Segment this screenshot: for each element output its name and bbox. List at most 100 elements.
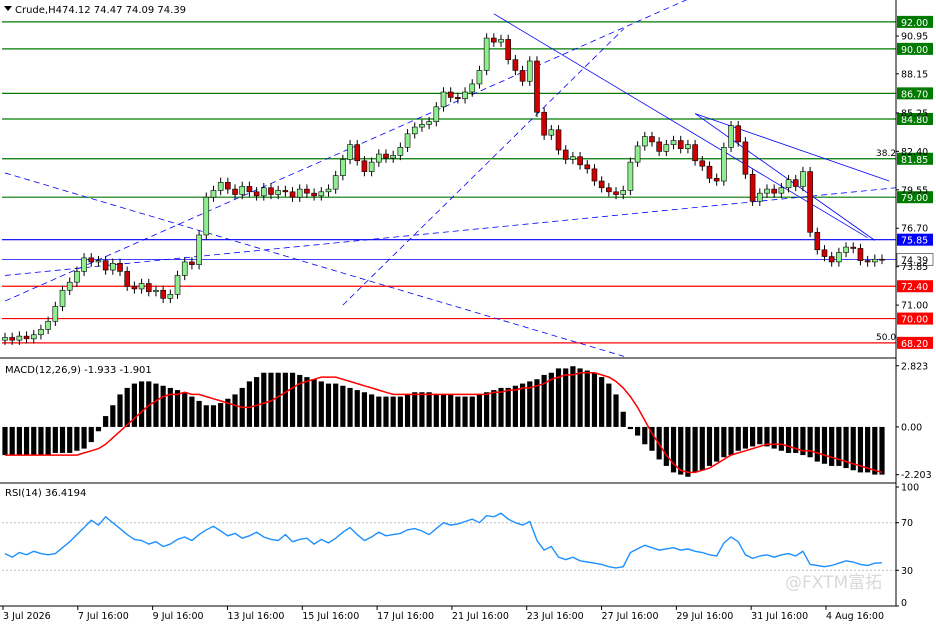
candle — [88, 253, 95, 267]
candle — [570, 152, 576, 165]
candle-body — [354, 144, 361, 162]
candle — [246, 181, 253, 197]
candle-body — [45, 320, 51, 330]
candle — [110, 258, 116, 275]
candle — [38, 324, 44, 340]
candle-body — [764, 188, 770, 194]
candle-body — [30, 334, 37, 340]
candle — [562, 145, 569, 165]
candle-body — [411, 126, 418, 135]
candle — [836, 247, 842, 267]
candle-body — [663, 144, 670, 152]
candle-body — [491, 37, 497, 43]
macd-bar — [757, 426, 763, 445]
time-tick-label: 13 Jul 16:00 — [227, 611, 284, 622]
macd-bar — [325, 383, 332, 427]
fib-label: 50.0 — [876, 333, 896, 343]
candle-body — [577, 156, 583, 166]
candle-body — [217, 182, 224, 191]
candle-body — [275, 190, 281, 195]
candle — [52, 301, 59, 327]
candle — [713, 173, 720, 186]
candle — [850, 242, 857, 254]
candle — [138, 278, 145, 294]
candle-body — [210, 190, 217, 198]
candle — [800, 166, 806, 192]
candle-body — [296, 188, 303, 198]
candle-body — [23, 335, 30, 340]
candle — [318, 187, 325, 201]
candle-body — [2, 337, 8, 341]
candle-body — [433, 106, 440, 122]
macd-bar — [505, 387, 511, 427]
menu-triangle-icon[interactable] — [4, 6, 12, 11]
candle-body — [347, 144, 353, 160]
candle — [66, 277, 73, 295]
macd-bar — [196, 400, 202, 427]
macd-bar — [81, 426, 87, 449]
candle-body — [728, 125, 734, 148]
macd-bar — [383, 396, 389, 427]
candle — [807, 166, 813, 237]
candle-body — [196, 234, 202, 265]
candle-body — [850, 246, 857, 249]
level-tag-label: 72.40 — [901, 282, 928, 293]
time-tick-label: 3 Jul 2026 — [3, 611, 51, 622]
candle-body — [124, 271, 131, 287]
candle-body — [634, 145, 641, 163]
candle — [95, 255, 102, 267]
candle-body — [38, 329, 44, 336]
price-tick-label: 71.00 — [901, 301, 928, 312]
trend-line — [4, 0, 688, 302]
candle-body — [246, 186, 253, 193]
macd-bar — [347, 387, 353, 427]
macd-bar — [814, 426, 820, 462]
macd-bar — [714, 426, 720, 462]
candle — [548, 125, 555, 140]
macd-bar — [606, 383, 612, 427]
candle-body — [591, 168, 598, 182]
candle-body — [304, 188, 310, 194]
candle-body — [447, 91, 454, 98]
candle — [519, 65, 526, 86]
candle-body — [742, 141, 749, 175]
macd-bar — [31, 426, 37, 456]
candle-body — [735, 125, 742, 143]
candle-body — [713, 178, 720, 182]
symbol-label: Crude,H4 — [15, 5, 62, 16]
macd-bar — [807, 426, 813, 458]
macd-bar — [110, 405, 116, 427]
candle-body — [821, 249, 828, 257]
candle-body — [800, 171, 806, 187]
time-tick-label: 23 Jul 16:00 — [527, 611, 584, 622]
candle-body — [88, 257, 95, 263]
time-tick-label: 27 Jul 16:00 — [602, 611, 659, 622]
macd-bar — [232, 394, 238, 427]
candle-body — [189, 261, 195, 265]
candle-body — [455, 97, 461, 100]
candle — [181, 257, 188, 281]
macd-bar — [448, 394, 454, 427]
macd-bar — [397, 396, 403, 427]
rsi-tick-label: 30 — [901, 566, 913, 577]
candle-body — [570, 156, 576, 160]
candle-body — [260, 187, 267, 197]
macd-bar — [563, 368, 569, 427]
candle — [598, 176, 605, 193]
candle — [821, 245, 828, 262]
macd-bar — [440, 394, 447, 427]
candle — [476, 65, 483, 89]
candle — [742, 137, 749, 179]
macd-bar — [462, 396, 468, 427]
macd-bar — [699, 426, 705, 471]
candle-body — [390, 155, 396, 159]
ohlc-values: 74.12 74.47 74.09 74.39 — [62, 5, 186, 16]
macd-bar — [634, 426, 641, 436]
candle — [828, 251, 835, 267]
candle-body — [289, 191, 296, 198]
candle-body — [95, 260, 102, 263]
candle-body — [843, 246, 849, 253]
candle-body — [864, 260, 871, 263]
candle-body — [340, 159, 346, 176]
macd-bar — [189, 396, 195, 427]
